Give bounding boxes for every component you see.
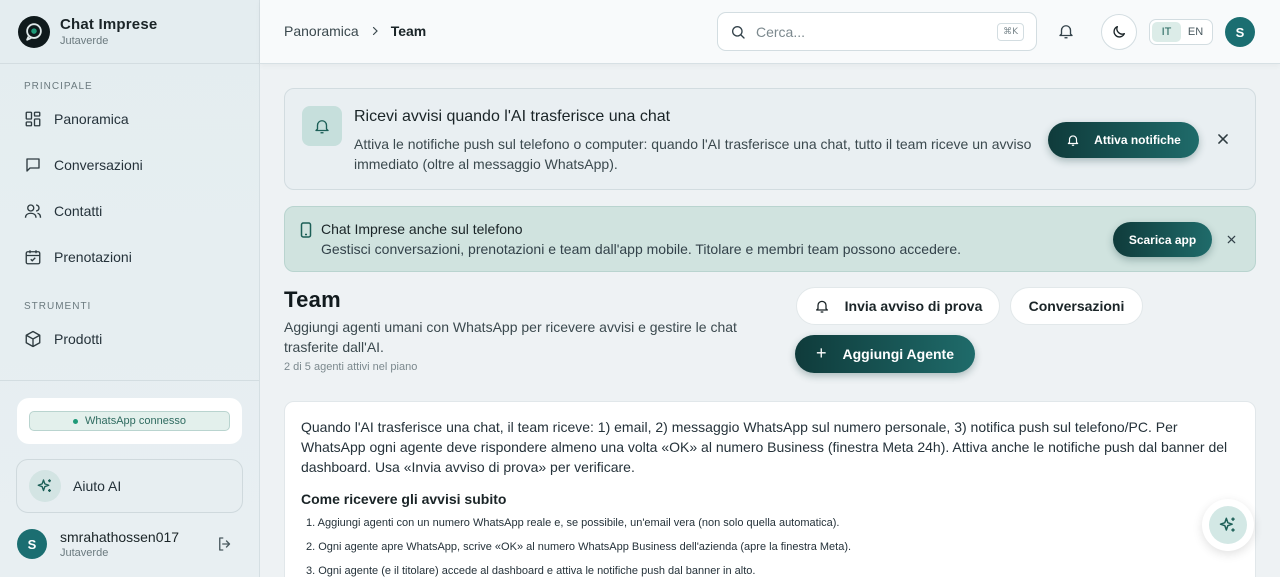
top-header: Panoramica Team ⌘K IT EN S — [260, 0, 1280, 64]
send-test-alert-label: Invia avviso di prova — [844, 298, 983, 314]
sparkles-icon — [1209, 506, 1247, 544]
sidebar-divider — [0, 380, 259, 381]
push-notification-banner: Ricevi avvisi quando l'AI trasferisce un… — [284, 88, 1256, 190]
sidebar-item-label: Conversazioni — [54, 157, 143, 173]
theme-toggle-button[interactable] — [1101, 14, 1137, 50]
enable-notifications-button[interactable]: Attiva notifiche — [1048, 122, 1199, 158]
lang-option-en[interactable]: EN — [1181, 22, 1210, 42]
enable-notifications-label: Attiva notifiche — [1094, 133, 1181, 147]
close-icon[interactable] — [1216, 132, 1230, 146]
app-banner-title: Chat Imprese anche sul telefono — [321, 221, 523, 237]
lang-option-it[interactable]: IT — [1152, 22, 1181, 42]
banner-title: Ricevi avvisi quando l'AI trasferisce un… — [354, 108, 671, 125]
add-agent-label: Aggiungi Agente — [842, 346, 954, 362]
bell-icon — [1066, 133, 1094, 147]
ai-help-label: Aiuto AI — [73, 478, 122, 494]
chevron-right-icon — [369, 25, 381, 37]
search-input[interactable] — [756, 23, 998, 40]
sidebar-item-label: Prodotti — [54, 331, 103, 347]
section-label-strumenti: STRUMENTI — [24, 301, 92, 312]
sidebar-item-label: Contatti — [54, 203, 103, 219]
ai-assistant-fab[interactable] — [1202, 499, 1254, 551]
sidebar: Chat Imprese Jutaverde PRINCIPALE Panora… — [0, 0, 260, 577]
send-test-alert-button[interactable]: Invia avviso di prova — [796, 287, 1000, 325]
sidebar-item-contatti[interactable]: Contatti — [0, 188, 259, 234]
search-icon — [730, 24, 746, 40]
list-item: 2. Ogni agente apre WhatsApp, scrive «OK… — [306, 541, 852, 553]
bell-icon — [302, 106, 342, 146]
download-app-button[interactable]: Scarica app — [1113, 222, 1212, 257]
header-avatar[interactable]: S — [1225, 17, 1255, 47]
close-icon[interactable] — [1226, 234, 1237, 245]
search-shortcut: ⌘K — [997, 22, 1024, 41]
sparkles-icon — [29, 470, 61, 502]
moon-icon — [1111, 24, 1127, 40]
grid-icon — [24, 110, 42, 128]
search-box[interactable]: ⌘K — [717, 12, 1037, 51]
sidebar-item-label: Panoramica — [54, 111, 129, 127]
mobile-app-banner: Chat Imprese anche sul telefono Gestisci… — [284, 206, 1256, 272]
sidebar-item-label: Prenotazioni — [54, 249, 132, 265]
user-name: smrahathossen017 — [60, 529, 180, 545]
plus-icon: + — [816, 342, 827, 363]
whatsapp-status-label: WhatsApp connesso — [85, 415, 186, 427]
agent-count: 2 di 5 agenti attivi nel piano — [284, 361, 418, 373]
user-profile: S smrahathossen017 Jutaverde — [17, 528, 242, 560]
sidebar-item-panoramica[interactable]: Panoramica — [0, 96, 259, 142]
steps-list: 1. Aggiungi agenti con un numero WhatsAp… — [301, 517, 1239, 577]
box-icon — [24, 330, 42, 348]
logout-icon[interactable] — [216, 535, 234, 553]
add-agent-button[interactable]: + Aggiungi Agente — [795, 335, 975, 373]
brand-subtitle: Jutaverde — [60, 35, 109, 47]
breadcrumb-item-panoramica[interactable]: Panoramica — [284, 23, 359, 39]
user-org: Jutaverde — [60, 547, 109, 559]
status-dot-icon — [73, 418, 79, 424]
list-item: 3. Ogni agente (e il titolare) accede al… — [306, 565, 756, 577]
calendar-check-icon — [24, 248, 42, 266]
list-item: 1. Aggiungi agenti con un numero WhatsAp… — [306, 517, 840, 529]
chat-bubble-icon — [24, 156, 42, 174]
language-switcher: IT EN — [1149, 19, 1213, 45]
whatsapp-status-card: WhatsApp connesso — [17, 398, 242, 444]
brand[interactable]: Chat Imprese Jutaverde — [0, 0, 259, 64]
users-icon — [24, 202, 42, 220]
sidebar-item-prodotti[interactable]: Prodotti — [0, 316, 259, 362]
breadcrumb: Panoramica Team — [284, 23, 426, 39]
smartphone-icon — [300, 222, 312, 238]
page-title: Team — [284, 287, 342, 312]
whatsapp-status-badge: WhatsApp connesso — [29, 411, 230, 431]
info-text: Quando l'AI trasferisce una chat, il tea… — [301, 419, 1228, 475]
breadcrumb-item-team: Team — [390, 23, 427, 39]
section-label-principale: PRINCIPALE — [24, 81, 93, 92]
bell-icon — [814, 298, 845, 314]
chat-logo-icon — [18, 15, 50, 48]
conversations-button[interactable]: Conversazioni — [1010, 287, 1143, 325]
main-content: Ricevi avvisi quando l'AI trasferisce un… — [260, 65, 1280, 577]
page-description: Aggiungi agenti umani con WhatsApp per r… — [284, 319, 737, 355]
banner-description: Attiva le notifiche push sul telefono o … — [354, 136, 1032, 172]
app-banner-description: Gestisci conversazioni, prenotazioni e t… — [321, 241, 961, 257]
notifications-bell-icon[interactable] — [1057, 22, 1075, 40]
brand-title: Chat Imprese — [60, 16, 158, 33]
info-card: Quando l'AI trasferisce una chat, il tea… — [284, 401, 1256, 577]
sidebar-item-prenotazioni[interactable]: Prenotazioni — [0, 234, 259, 280]
info-subtitle: Come ricevere gli avvisi subito — [301, 491, 507, 507]
ai-help-button[interactable]: Aiuto AI — [16, 459, 243, 513]
avatar[interactable]: S — [17, 529, 47, 559]
sidebar-item-conversazioni[interactable]: Conversazioni — [0, 142, 259, 188]
